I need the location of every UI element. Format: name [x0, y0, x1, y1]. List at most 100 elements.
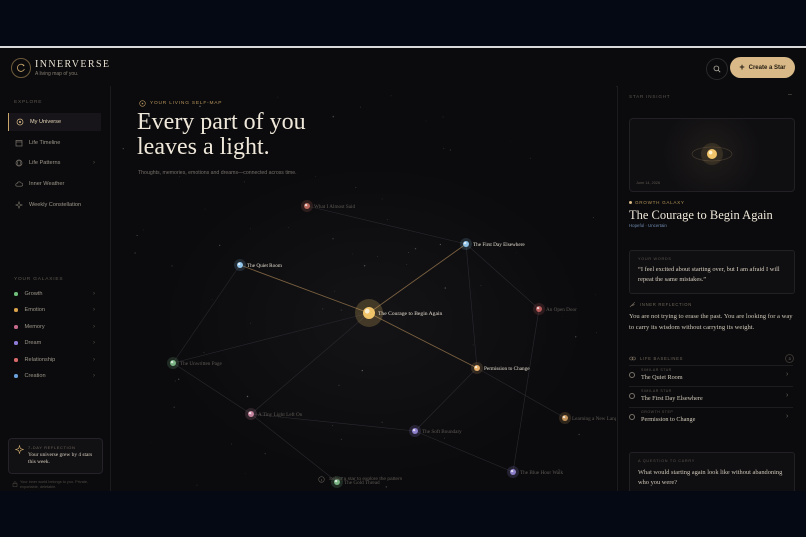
star-label: The Courage to Begin Again: [378, 311, 443, 317]
feather-icon: [629, 301, 636, 308]
nav-life-patterns[interactable]: Life Patterns ›: [8, 154, 100, 172]
background-star: [171, 265, 173, 267]
star-learning[interactable]: Learning a New Lang...: [559, 412, 616, 424]
star-unwritten[interactable]: The Unwritten Page: [167, 357, 222, 369]
star-orb-icon: [691, 143, 733, 165]
hero-subtitle: Thoughts, memories, emotions and dreams—…: [138, 170, 297, 176]
calendar-icon: [14, 139, 23, 148]
nav-life-timeline[interactable]: Life Timeline: [8, 134, 100, 152]
hero-title: Every part of you leaves a light.: [137, 110, 357, 160]
star-highlight: [463, 241, 467, 245]
background-star: [480, 284, 482, 286]
question-label: A QUESTION TO CARRY: [638, 459, 695, 463]
constellation-link: [368, 243, 467, 314]
nav-weekly-constellation[interactable]: Weekly Constellation: [8, 196, 100, 214]
nav-inner-weather[interactable]: Inner Weather: [8, 175, 100, 193]
constellation-link: [250, 413, 338, 483]
star-label: The First Day Elsewhere: [473, 242, 525, 248]
constellation-link: [368, 312, 478, 369]
star-label: Permission to Change: [484, 366, 530, 372]
chevron-right-icon: ›: [93, 307, 95, 313]
baseline-row[interactable]: SIMILAR STAR The Quiet Room ›: [629, 365, 793, 386]
galaxy-item-growth[interactable]: Growth ›: [14, 288, 100, 300]
galaxy-item-dream[interactable]: Dream ›: [14, 337, 100, 349]
chevron-right-icon: ›: [93, 373, 95, 379]
galaxy-item-emotion[interactable]: Emotion ›: [14, 304, 100, 316]
background-star: [443, 147, 445, 150]
background-star: [444, 287, 447, 289]
weather-icon: [14, 180, 23, 189]
star-core: [463, 241, 469, 247]
words-label: YOUR WORDS: [638, 257, 672, 261]
constellation-link: [465, 243, 540, 310]
background-star: [414, 248, 417, 250]
background-star: [385, 486, 387, 488]
compass-icon: [139, 100, 146, 107]
privacy-note: Your inner world belongs to you. Private…: [20, 480, 89, 489]
background-star: [377, 256, 379, 258]
search-button[interactable]: [706, 58, 728, 80]
hero-title-line-1: Every part of you: [137, 109, 306, 135]
background-star: [277, 96, 279, 98]
constellation-link: [414, 367, 478, 432]
background-star: [425, 120, 427, 122]
chevron-right-icon: ›: [93, 324, 95, 330]
nav-label: Weekly Constellation: [29, 202, 82, 208]
background-star: [449, 149, 451, 151]
background-star: [338, 384, 340, 386]
star-highlight: [248, 411, 252, 415]
star-quiet[interactable]: The Quiet Room: [234, 259, 282, 271]
universe-map[interactable]: What I Almost Said The Quiet Room The Firs…: [111, 86, 616, 491]
star-label: The Quiet Room: [247, 263, 282, 269]
hero-title-line-2: leaves a light.: [137, 134, 270, 160]
background-star: [230, 443, 233, 445]
star-core: [412, 428, 418, 434]
star-highlight: [412, 428, 416, 432]
question-card: A QUESTION TO CARRY What would starting …: [629, 452, 795, 491]
globe-icon: [14, 159, 23, 168]
orbit-icon: [15, 118, 24, 127]
baseline-row[interactable]: SIMILAR STAR The First Day Elsewhere ›: [629, 386, 793, 407]
galaxy-label: Growth: [24, 291, 43, 297]
galaxy-dot-icon: [14, 341, 18, 345]
background-star: [264, 453, 266, 455]
star-highlight: [562, 415, 566, 419]
star-blue[interactable]: The Blue Hour Walk: [507, 466, 564, 478]
nav-my-universe[interactable]: My Universe: [8, 113, 101, 131]
star-core: [474, 365, 480, 371]
star-open[interactable]: An Open Door: [533, 303, 577, 315]
inner-reflection-header: INNER REFLECTION: [629, 301, 692, 308]
star-soft[interactable]: The Soft Boundary: [409, 425, 462, 437]
constellation-link: [476, 367, 566, 419]
star-label: An Open Door: [546, 307, 577, 313]
logo-icon[interactable]: [11, 58, 31, 78]
star-core: [237, 262, 243, 268]
words-quote: “I feel excited about starting over, but…: [638, 266, 780, 283]
chevron-right-icon: ›: [93, 340, 95, 346]
baseline-name: The First Day Elsewhere: [641, 395, 703, 402]
chevron-right-icon: ›: [786, 413, 789, 420]
background-star: [142, 229, 144, 231]
star-courage[interactable]: The Courage to Begin Again: [355, 299, 443, 327]
star-first[interactable]: The First Day Elsewhere: [460, 238, 525, 250]
galaxy-item-creation[interactable]: Creation ›: [14, 370, 100, 382]
background-star: [249, 228, 251, 230]
background-star: [355, 187, 357, 188]
star-what[interactable]: What I Almost Said: [301, 200, 355, 212]
galaxy-item-memory[interactable]: Memory ›: [14, 321, 100, 333]
star-core: [562, 415, 568, 421]
create-star-button[interactable]: + Create a Star: [730, 57, 795, 78]
weekly-reflection-card[interactable]: 7-DAY REFLECTION Your universe grew by 4…: [8, 438, 103, 474]
star-permission[interactable]: Permission to Change: [471, 362, 530, 374]
ring-icon: [629, 414, 635, 420]
background-star: [360, 106, 361, 108]
star-core: [536, 306, 542, 312]
galaxy-item-relationship[interactable]: Relationship ›: [14, 354, 100, 366]
collapse-icon[interactable]: –: [788, 91, 792, 98]
star-core: [248, 411, 254, 417]
baseline-row[interactable]: GROWTH STEP Permission to Change ›: [629, 407, 793, 428]
constellation-link: [414, 430, 514, 473]
galaxy-dot-icon: [14, 308, 18, 312]
star-mood: Hopeful · Uncertain: [629, 223, 667, 228]
background-star: [203, 351, 205, 353]
